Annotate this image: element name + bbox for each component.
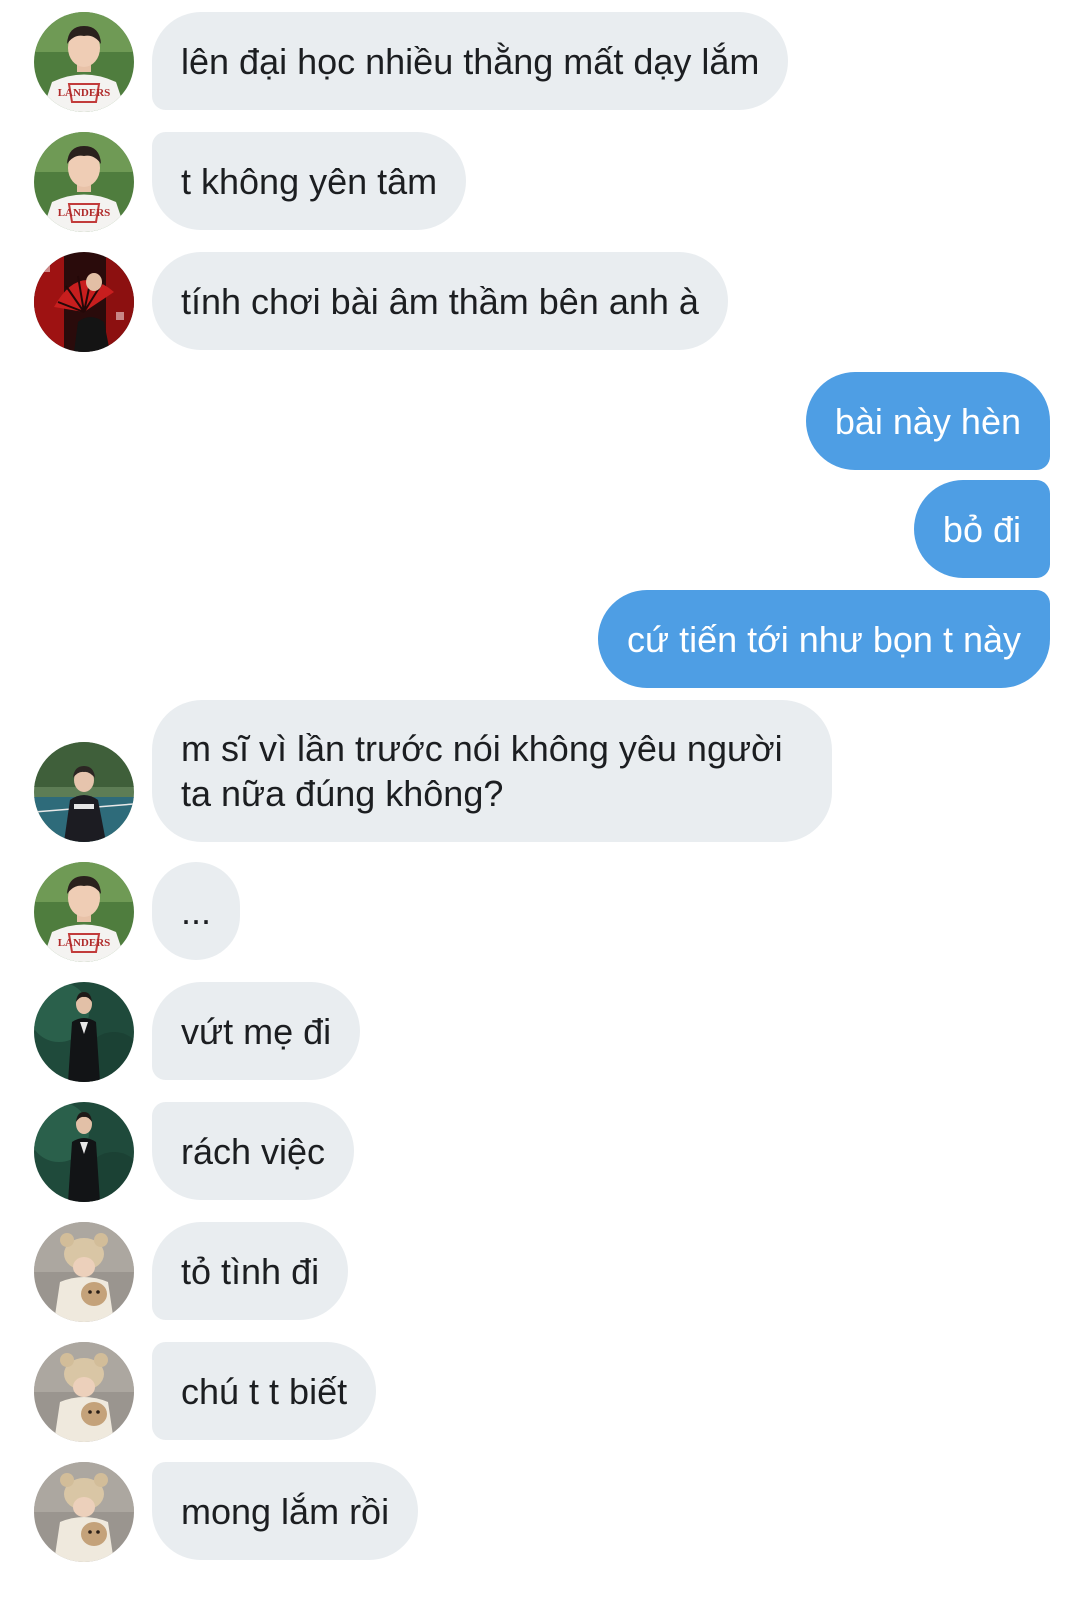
- message-row: tính chơi bài âm thầm bên anh à: [0, 252, 1080, 352]
- message-text: tính chơi bài âm thầm bên anh à: [181, 280, 699, 322]
- message-bubble[interactable]: tỏ tình đi: [152, 1222, 349, 1320]
- baseball-jersey-avatar[interactable]: LANDERS: [34, 132, 134, 232]
- message-text: rách việc: [181, 1130, 326, 1172]
- court-portrait-avatar[interactable]: [34, 742, 134, 842]
- suit-portrait-avatar[interactable]: [34, 982, 134, 1082]
- message-row: LANDERS t không yên tâm: [0, 132, 1080, 232]
- message-bubble[interactable]: ...: [152, 862, 241, 960]
- message-text: cứ tiến tới như bọn t này: [626, 618, 1021, 660]
- message-row: cứ tiến tới như bọn t này: [0, 590, 1080, 688]
- message-text: mong lắm rồi: [181, 1490, 390, 1532]
- message-text: lên đại học nhiều thằng mất dạy lắm: [181, 40, 760, 82]
- message-bubble[interactable]: m sĩ vì lần trước nói không yêu người ta…: [152, 700, 832, 842]
- message-bubble[interactable]: chú t t biết: [152, 1342, 377, 1440]
- message-bubble[interactable]: lên đại học nhiều thằng mất dạy lắm: [152, 12, 789, 110]
- message-row: chú t t biết: [0, 1342, 1080, 1442]
- message-text: bỏ đi: [942, 508, 1021, 550]
- message-text: chú t t biết: [181, 1370, 348, 1412]
- message-bubble[interactable]: vứt mẹ đi: [152, 982, 361, 1080]
- message-text: t không yên tâm: [181, 160, 438, 202]
- message-row: LANDERS lên đại học nhiều thằng mất dạy …: [0, 12, 1080, 112]
- message-text: m sĩ vì lần trước nói không yêu người ta…: [181, 728, 783, 814]
- message-bubble[interactable]: bỏ đi: [913, 480, 1050, 578]
- bear-hat-avatar[interactable]: [34, 1462, 134, 1562]
- message-bubble[interactable]: tính chơi bài âm thầm bên anh à: [152, 252, 728, 350]
- message-text: vứt mẹ đi: [181, 1010, 332, 1052]
- svg-text:LANDERS: LANDERS: [58, 207, 111, 219]
- message-bubble[interactable]: bài này hèn: [805, 372, 1050, 470]
- message-row: vứt mẹ đi: [0, 982, 1080, 1082]
- message-row: mong lắm rồi: [0, 1462, 1080, 1562]
- red-fan-avatar[interactable]: [34, 252, 134, 352]
- suit-portrait-avatar[interactable]: [34, 1102, 134, 1202]
- message-text: tỏ tình đi: [181, 1250, 320, 1292]
- message-list: LANDERS lên đại học nhiều thằng mất dạy …: [0, 0, 1080, 1616]
- baseball-jersey-avatar[interactable]: LANDERS: [34, 862, 134, 962]
- message-row: LANDERS ...: [0, 862, 1080, 962]
- message-bubble[interactable]: mong lắm rồi: [152, 1462, 419, 1560]
- message-bubble[interactable]: rách việc: [152, 1102, 355, 1200]
- message-bubble[interactable]: cứ tiến tới như bọn t này: [597, 590, 1050, 688]
- message-row: m sĩ vì lần trước nói không yêu người ta…: [0, 700, 1080, 842]
- message-text: ...: [181, 890, 212, 932]
- bear-hat-avatar[interactable]: [34, 1342, 134, 1442]
- message-text: bài này hèn: [834, 400, 1021, 442]
- message-bubble[interactable]: t không yên tâm: [152, 132, 467, 230]
- message-row: tỏ tình đi: [0, 1222, 1080, 1322]
- svg-text:LANDERS: LANDERS: [58, 937, 111, 949]
- svg-text:LANDERS: LANDERS: [58, 87, 111, 99]
- bear-hat-avatar[interactable]: [34, 1222, 134, 1322]
- message-row: rách việc: [0, 1102, 1080, 1202]
- baseball-jersey-avatar[interactable]: LANDERS: [34, 12, 134, 112]
- message-row: bài này hèn: [0, 372, 1080, 470]
- message-row: bỏ đi: [0, 480, 1080, 578]
